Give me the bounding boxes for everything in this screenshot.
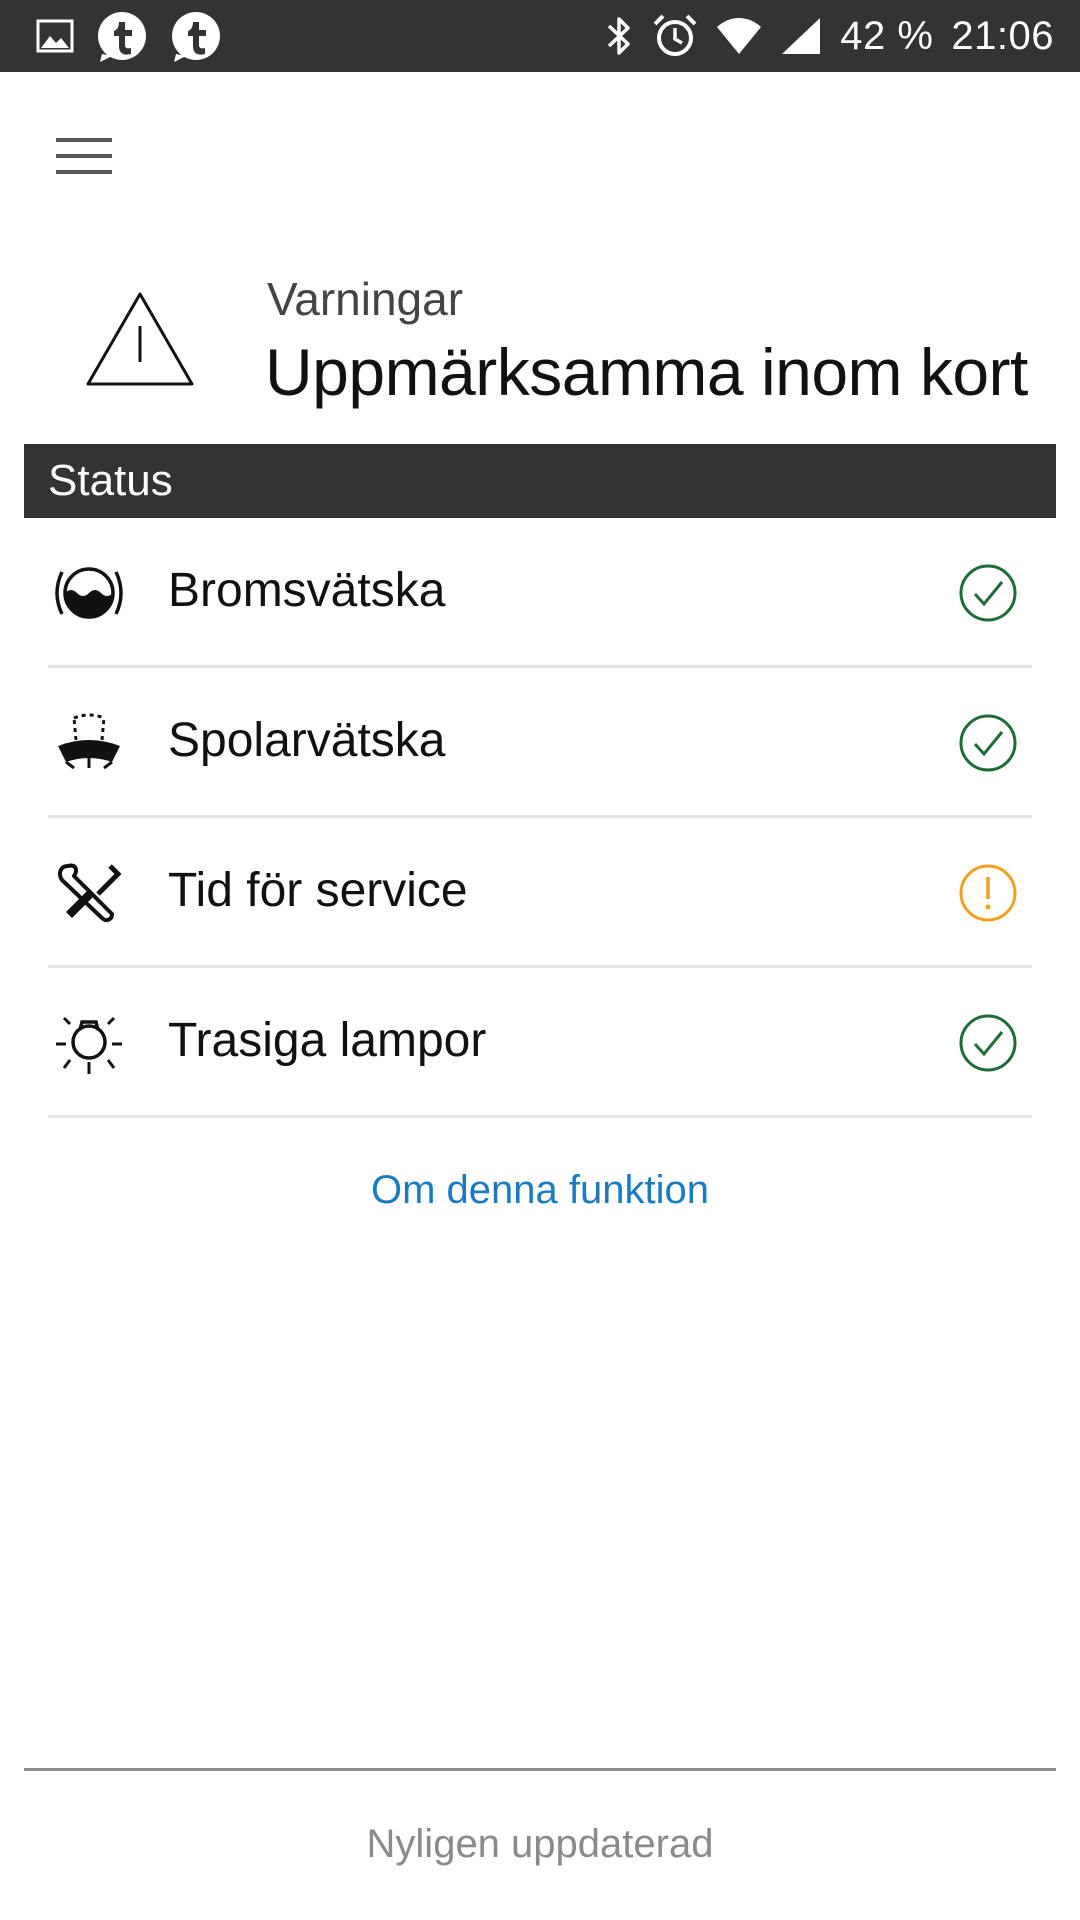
- list-item-label: Tid för service: [168, 864, 468, 917]
- list-item-label: Spolarvätska: [168, 714, 446, 767]
- list-item-brake-fluid[interactable]: Bromsvätska: [48, 518, 1032, 668]
- exclamation-circle-icon: [959, 864, 1017, 922]
- about-function-link[interactable]: Om denna funktion: [0, 1168, 1080, 1213]
- status-section-header: Status: [24, 444, 1056, 518]
- tumblr-notification-icon: [172, 12, 220, 62]
- list-item-washer-fluid[interactable]: Spolarvätska: [48, 668, 1032, 818]
- bluetooth-icon: [608, 17, 630, 55]
- bulb-icon: [56, 1016, 122, 1074]
- washer-fluid-icon: [58, 713, 120, 770]
- list-item-label: Bromsvätska: [168, 564, 446, 617]
- warning-triangle-icon: [86, 292, 194, 386]
- service-tools-icon: [58, 863, 122, 923]
- alarm-icon: [653, 14, 697, 56]
- list-item-service[interactable]: Tid för service: [48, 818, 1032, 968]
- hamburger-menu-icon: [56, 138, 112, 142]
- clock: 21:06: [951, 13, 1054, 58]
- hamburger-menu-button[interactable]: [40, 118, 128, 194]
- system-status-bar: 42 % 21:06: [0, 0, 1080, 72]
- last-updated-text: Nyligen uppdaterad: [366, 1822, 714, 1866]
- check-circle-icon: [959, 564, 1017, 622]
- battery-percentage: 42 %: [840, 13, 934, 58]
- check-circle-icon: [959, 714, 1017, 772]
- status-list: Bromsvätska Spolarvätska Tid för service: [48, 518, 1032, 1118]
- image-icon: [36, 19, 74, 53]
- page-subtitle: Varningar: [267, 273, 464, 325]
- wifi-icon: [717, 18, 762, 54]
- section-label: Status: [48, 456, 173, 505]
- system-icons: 42 % 21:06: [604, 0, 1054, 72]
- list-item-broken-lamps[interactable]: Trasiga lampor: [48, 968, 1032, 1118]
- footer-divider: [24, 1768, 1056, 1771]
- cellular-signal-icon: [782, 18, 821, 54]
- list-item-label: Trasiga lampor: [168, 1014, 487, 1067]
- tumblr-notification-icon: [98, 12, 146, 62]
- page-title: Uppmärksamma inom kort: [265, 335, 1028, 409]
- notification-icons: [36, 10, 222, 62]
- check-circle-icon: [959, 1014, 1017, 1072]
- brake-fluid-icon: [55, 567, 123, 619]
